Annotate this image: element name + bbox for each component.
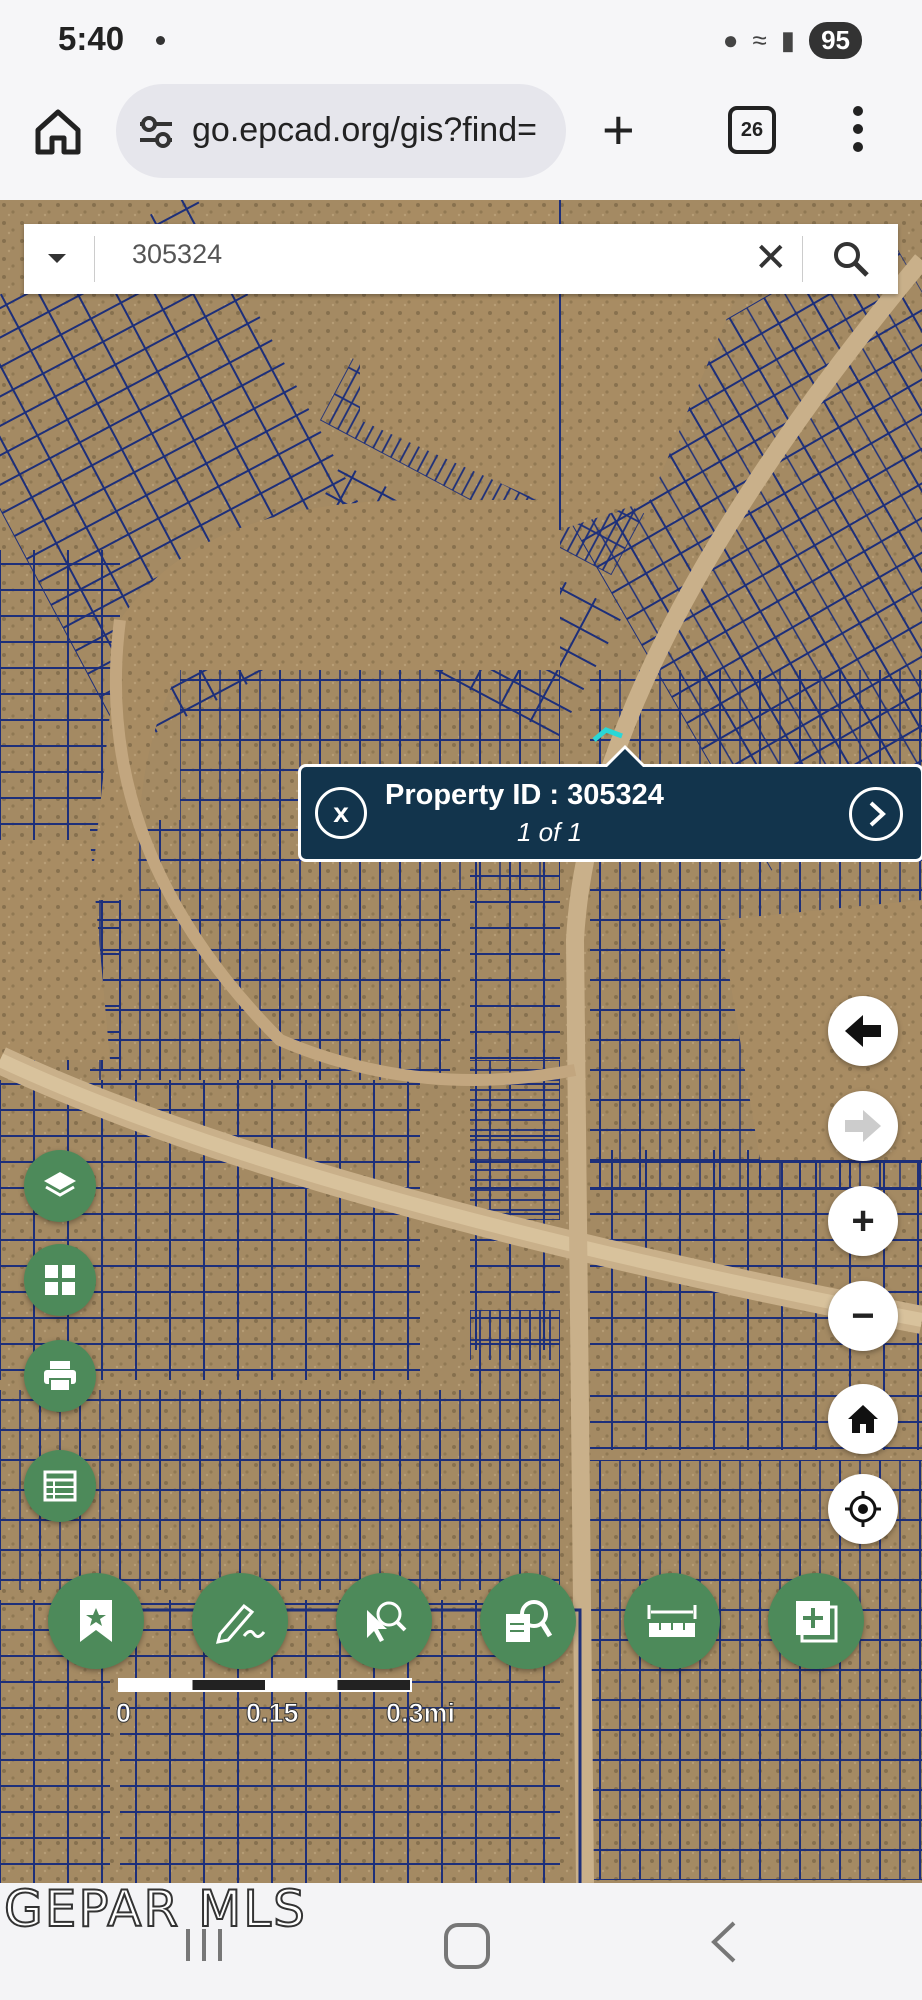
status-bar: 5:40 ● ≈ ▮ 95 xyxy=(0,0,922,78)
browser-menu-icon[interactable] xyxy=(852,106,864,156)
bookmarks-button[interactable] xyxy=(48,1573,144,1669)
zoom-out-button[interactable]: − xyxy=(828,1281,898,1351)
result-count: 1 of 1 xyxy=(517,817,583,847)
browser-toolbar: go.epcad.org/gis?find= + 26 xyxy=(0,78,922,200)
measure-button[interactable] xyxy=(624,1573,720,1669)
scale-label-0: 0 xyxy=(115,1698,132,1729)
search-type-dropdown[interactable] xyxy=(48,254,66,263)
home-extent-button[interactable] xyxy=(828,1384,898,1454)
clear-search-icon[interactable]: ✕ xyxy=(754,234,788,282)
basemap-button[interactable] xyxy=(24,1244,96,1316)
draw-button[interactable] xyxy=(192,1573,288,1669)
print-button[interactable] xyxy=(24,1340,96,1412)
new-tab-icon[interactable]: + xyxy=(602,102,635,158)
next-result-icon[interactable] xyxy=(849,787,903,841)
url-text: go.epcad.org/gis?find= xyxy=(192,111,537,149)
mls-watermark: GEPAR MLS xyxy=(3,1879,307,1939)
search-input[interactable]: 305324 xyxy=(132,239,222,270)
my-location-button[interactable] xyxy=(828,1474,898,1544)
previous-extent-button[interactable] xyxy=(828,996,898,1066)
scale-label-2: 0.3mi xyxy=(385,1698,456,1729)
property-popup: x Property ID : 305324 1 of 1 xyxy=(298,745,922,862)
status-time: 5:40 xyxy=(58,20,125,57)
map-view[interactable]: 305324 ✕ x Property ID : 305324 1 of 1 +… xyxy=(0,200,922,1883)
location-icon: ● xyxy=(722,25,739,55)
search-tool-button[interactable] xyxy=(480,1573,576,1669)
search-icon[interactable] xyxy=(832,240,870,278)
scale-bar: 0 0.15 0.3mi xyxy=(115,1678,456,1738)
home-nav-icon[interactable] xyxy=(444,1923,490,1969)
signal-icon: ▮ xyxy=(780,25,796,55)
address-bar[interactable]: go.epcad.org/gis?find= xyxy=(116,84,566,178)
wifi-icon: ≈ xyxy=(752,25,767,55)
parcel-search-box: 305324 ✕ xyxy=(24,224,898,294)
notification-dot xyxy=(156,36,165,45)
browser-home-icon[interactable] xyxy=(30,104,86,160)
scale-label-1: 0.15 xyxy=(246,1698,300,1729)
zoom-in-button[interactable]: + xyxy=(828,1186,898,1256)
site-settings-icon[interactable] xyxy=(136,112,176,152)
layers-button[interactable] xyxy=(24,1150,96,1222)
identify-button[interactable] xyxy=(336,1573,432,1669)
battery-indicator: 95 xyxy=(809,22,862,59)
add-data-button[interactable] xyxy=(768,1573,864,1669)
next-extent-button[interactable] xyxy=(828,1091,898,1161)
attribute-table-button[interactable] xyxy=(24,1450,96,1522)
close-popup-icon[interactable]: x xyxy=(315,787,367,839)
tab-switcher-button[interactable]: 26 xyxy=(728,106,776,154)
property-id-title: Property ID : 305324 xyxy=(385,779,664,811)
status-icons: ● ≈ ▮ 95 xyxy=(723,22,862,59)
back-nav-icon[interactable] xyxy=(708,1919,738,1965)
